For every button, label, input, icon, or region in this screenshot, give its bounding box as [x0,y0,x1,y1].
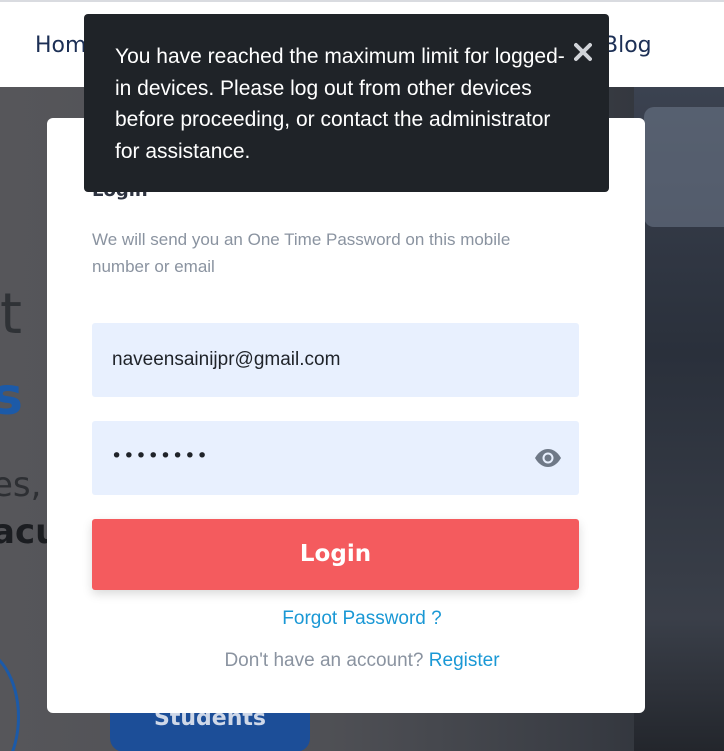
eye-icon[interactable] [534,448,562,468]
register-link[interactable]: Register [429,650,500,671]
toast-message: You have reached the maximum limit for l… [115,45,565,163]
login-button[interactable]: Login [92,519,579,590]
email-value: naveensainijpr@gmail.com [112,349,341,370]
forgot-password-link: Forgot Password ? [0,608,724,630]
close-icon[interactable] [574,42,592,62]
hero-text-line: es, [0,465,42,505]
password-field[interactable]: •••••••• [92,421,579,495]
nav-link-blog[interactable]: Blog [603,33,652,58]
register-row: Don't have an account? Register [0,650,724,672]
forgot-password-label[interactable]: Forgot Password ? [282,608,441,629]
email-field[interactable]: naveensainijpr@gmail.com [92,323,579,397]
password-value: •••••••• [111,445,209,467]
error-toast: You have reached the maximum limit for l… [84,14,609,192]
hero-text-line: t [0,282,22,347]
hero-text-line: s [0,367,23,427]
no-account-text: Don't have an account? [224,650,424,671]
modal-subtitle: We will send you an One Time Password on… [92,230,511,276]
